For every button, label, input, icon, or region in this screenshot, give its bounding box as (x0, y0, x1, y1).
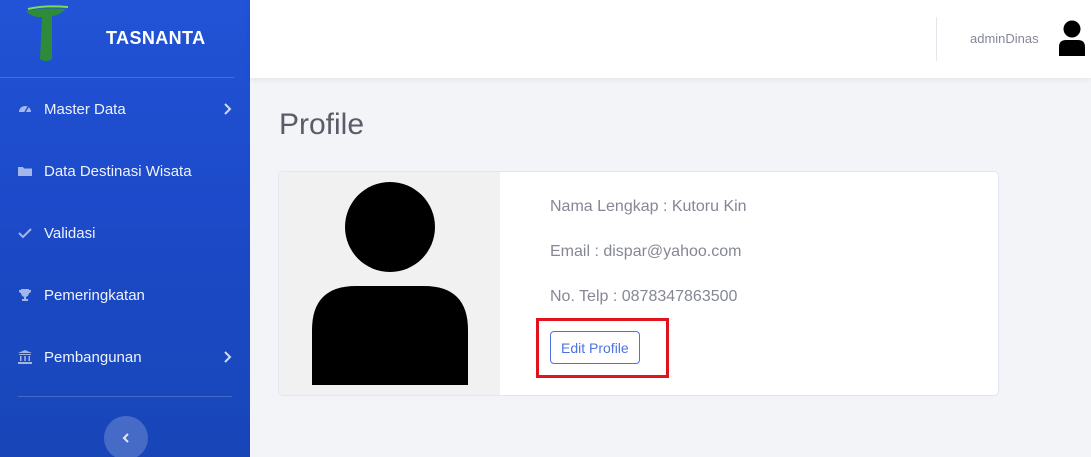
sidebar-divider (18, 396, 232, 397)
landmark-icon (18, 350, 32, 364)
sidebar-item-label: Master Data (44, 100, 126, 118)
page-title: Profile (279, 108, 365, 141)
sidebar-item-label: Pembangunan (44, 348, 142, 366)
user-name[interactable]: adminDinas (970, 31, 1039, 46)
sidebar-item-validasi[interactable]: Validasi (0, 202, 250, 264)
sidebar-item-master-data[interactable]: Master Data (0, 78, 250, 140)
sidebar-toggle-button[interactable] (104, 416, 148, 457)
user-icon[interactable] (1058, 20, 1086, 56)
check-icon (18, 226, 32, 240)
topbar-divider (936, 17, 937, 61)
user-avatar-icon (312, 182, 468, 385)
sidebar-item-pemeringkatan[interactable]: Pemeringkatan (0, 264, 250, 326)
chevron-right-icon (224, 351, 232, 363)
sidebar-item-label: Pemeringkatan (44, 286, 145, 304)
sidebar-item-label: Validasi (44, 224, 96, 242)
sidebar-item-pembangunan[interactable]: Pembangunan (0, 326, 250, 388)
brand-logo-icon (26, 4, 69, 61)
sidebar-item-data-destinasi-wisata[interactable]: Data Destinasi Wisata (0, 140, 250, 202)
brand-name: TASNANTA (106, 28, 206, 48)
topbar: adminDinas (250, 0, 1091, 78)
brand[interactable]: TASNANTA (0, 0, 234, 78)
sidebar-nav: Master Data Data Destinasi Wisata Valida… (0, 78, 250, 388)
profile-email: Email : dispar@yahoo.com (550, 243, 742, 260)
profile-full-name: Nama Lengkap : Kutoru Kin (550, 198, 747, 215)
profile-phone: No. Telp : 0878347863500 (550, 288, 738, 305)
app-root: TASNANTA Master Data Data Destinasi Wisa… (0, 0, 1091, 457)
avatar-panel (279, 172, 500, 395)
folder-icon (18, 164, 32, 178)
gauge-icon (18, 102, 32, 116)
chevron-left-icon (122, 433, 129, 443)
sidebar-item-label: Data Destinasi Wisata (44, 162, 192, 180)
trophy-icon (18, 288, 32, 302)
sidebar: TASNANTA Master Data Data Destinasi Wisa… (0, 0, 250, 457)
chevron-right-icon (224, 103, 232, 115)
highlight-annotation (536, 318, 669, 378)
